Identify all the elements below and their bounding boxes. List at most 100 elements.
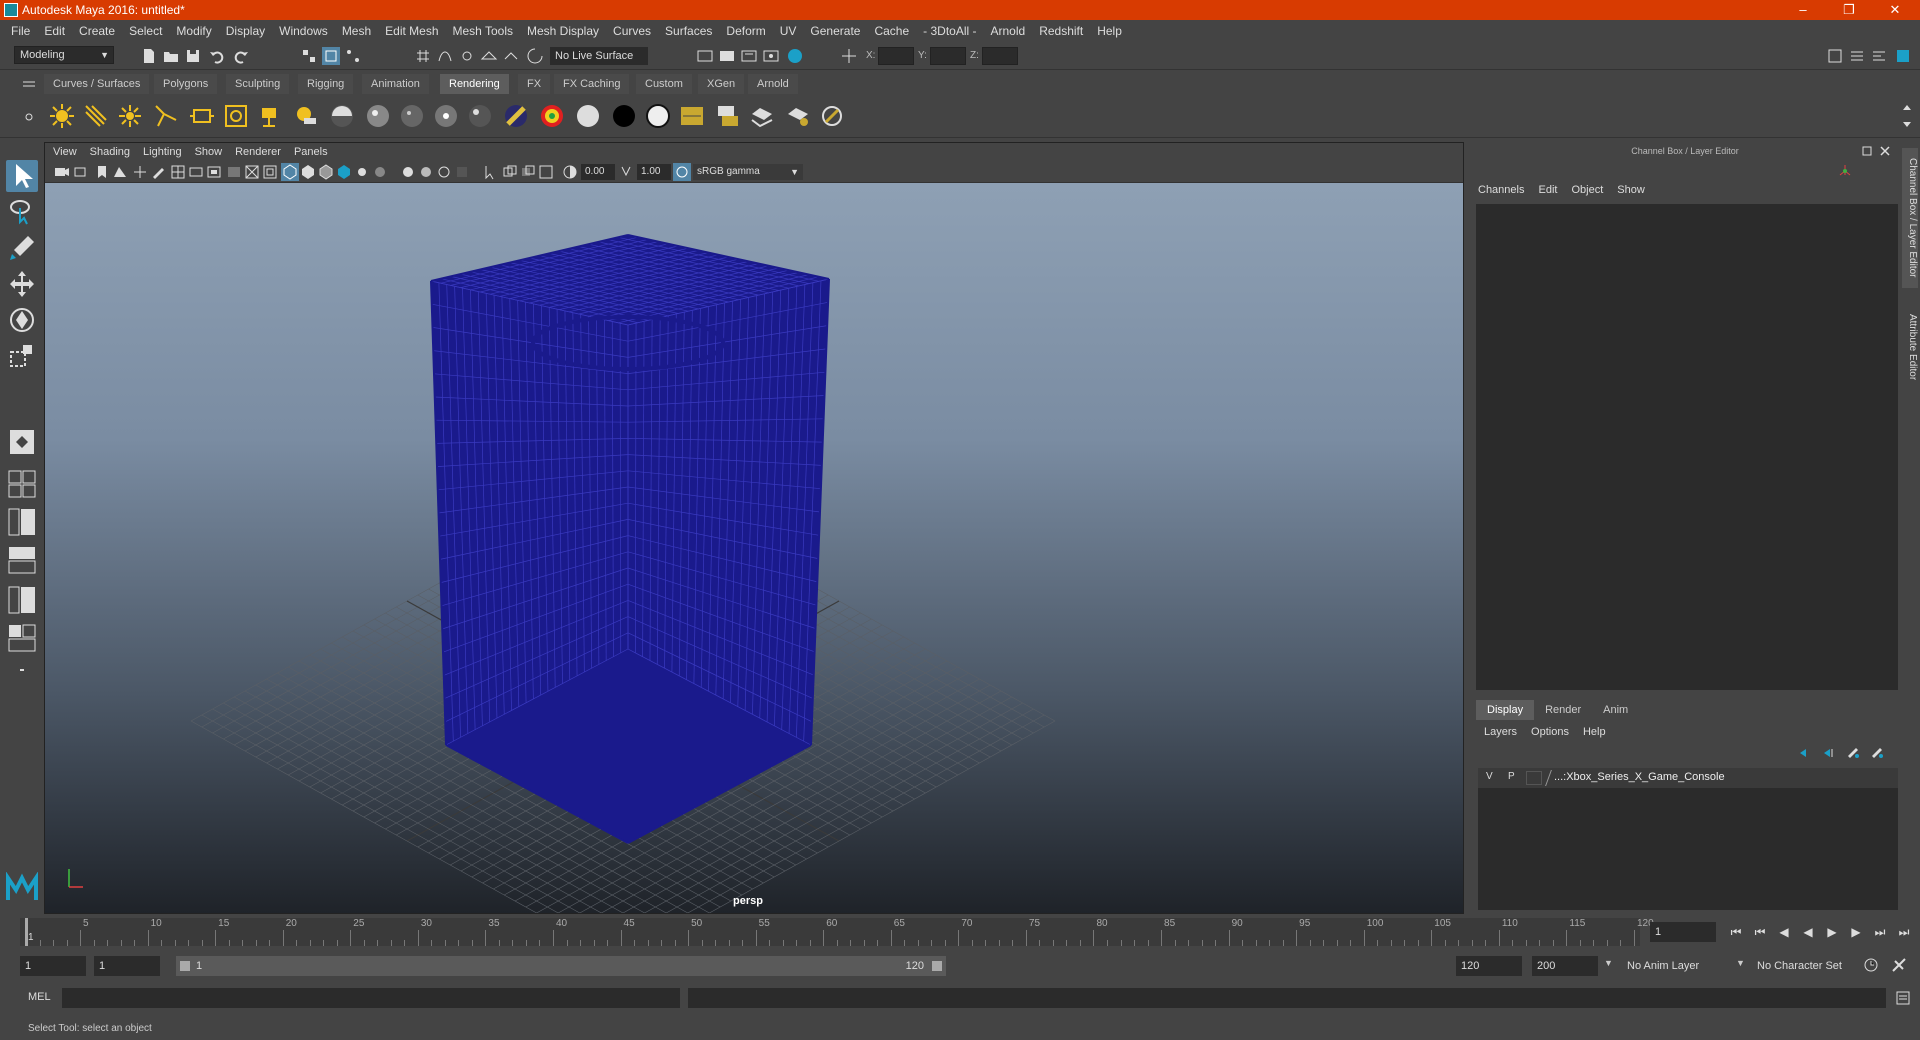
exposure-icon[interactable]	[561, 163, 579, 181]
channel-menu-object[interactable]: Object	[1571, 184, 1603, 196]
menu-edit-mesh[interactable]: Edit Mesh	[378, 24, 445, 38]
close-panel-icon[interactable]	[1876, 142, 1894, 160]
range-slider[interactable]: 1 120	[176, 956, 946, 976]
symmetry-icon[interactable]	[840, 47, 858, 65]
command-input[interactable]	[62, 988, 680, 1008]
camera-attributes-icon[interactable]	[73, 163, 91, 181]
lambert-shader-icon[interactable]	[432, 102, 460, 130]
layer-menu-options[interactable]: Options	[1531, 726, 1569, 738]
create-layer-from-selected-icon[interactable]	[1868, 744, 1886, 762]
render-layer-icon[interactable]	[714, 102, 742, 130]
exposure-field[interactable]: 0.00	[581, 164, 615, 180]
anti-aliasing-icon[interactable]	[435, 163, 453, 181]
camera-icon[interactable]	[258, 102, 286, 130]
playback-start-field[interactable]: 1	[94, 956, 160, 976]
select-camera-icon[interactable]	[53, 163, 71, 181]
channel-menu-edit[interactable]: Edit	[1538, 184, 1557, 196]
move-layer-down-icon[interactable]	[1820, 744, 1838, 762]
black-material-icon[interactable]	[610, 102, 638, 130]
camera-aim-icon[interactable]	[292, 102, 320, 130]
lights-icon[interactable]	[353, 163, 371, 181]
x-field[interactable]	[878, 47, 914, 65]
layer-name[interactable]: ...:Xbox_Series_X_Game_Console	[1554, 771, 1725, 783]
new-scene-icon[interactable]	[140, 47, 158, 65]
layer-menu-help[interactable]: Help	[1583, 726, 1606, 738]
step-back-frame-icon[interactable]: ⏮	[1752, 924, 1768, 940]
shelf-tab-xgen[interactable]: XGen	[698, 74, 745, 94]
view-transform-select[interactable]: sRGB gamma ▼	[693, 164, 803, 180]
snap-point-icon[interactable]	[458, 47, 476, 65]
shelf-tab-arnold[interactable]: Arnold	[748, 74, 798, 94]
render-sequence-icon[interactable]	[678, 102, 706, 130]
outlined-material-icon[interactable]	[644, 102, 672, 130]
panel-menu-renderer[interactable]: Renderer	[235, 146, 281, 158]
snap-grid-icon[interactable]	[414, 47, 432, 65]
anim-layer-select[interactable]: No Anim Layer	[1622, 956, 1732, 976]
layer-playback-toggle[interactable]: P	[1508, 771, 1515, 782]
select-object-icon[interactable]	[322, 47, 340, 65]
blinn-shader-icon[interactable]	[398, 102, 426, 130]
move-layer-up-icon[interactable]	[1796, 744, 1814, 762]
create-empty-layer-icon[interactable]	[1844, 744, 1862, 762]
layer-display-type-toggle[interactable]	[1526, 771, 1542, 785]
current-frame-field[interactable]: 1	[1650, 922, 1716, 942]
range-start-handle[interactable]	[180, 961, 190, 971]
directional-light-icon[interactable]	[82, 102, 110, 130]
menu-surfaces[interactable]: Surfaces	[658, 24, 719, 38]
area-light-icon[interactable]	[188, 102, 216, 130]
image-plane-icon[interactable]	[111, 163, 129, 181]
select-tool[interactable]	[6, 160, 38, 192]
go-to-end-icon[interactable]: ⏭	[1896, 924, 1912, 940]
2d-pan-zoom-icon[interactable]	[131, 163, 149, 181]
field-chart-icon[interactable]	[243, 163, 261, 181]
y-field[interactable]	[930, 47, 966, 65]
float-panel-icon[interactable]	[1858, 142, 1876, 160]
layer-visibility-toggle[interactable]: V	[1486, 771, 1493, 782]
channel-menu-channels[interactable]: Channels	[1478, 184, 1524, 196]
anisotropic-shader-icon[interactable]	[364, 102, 392, 130]
menu-redshift[interactable]: Redshift	[1032, 24, 1090, 38]
step-forward-frame-icon[interactable]: ⏭	[1872, 924, 1888, 940]
make-live-icon[interactable]	[526, 47, 544, 65]
side-tab-channel-box[interactable]: Channel Box / Layer Editor	[1902, 148, 1918, 288]
restore-button[interactable]: ❐	[1826, 0, 1872, 20]
command-language-label[interactable]: MEL	[28, 991, 51, 1003]
volume-light-icon[interactable]	[222, 102, 250, 130]
depth-of-field-icon[interactable]	[453, 163, 471, 181]
lasso-tool[interactable]	[6, 196, 38, 228]
layer-tab-display[interactable]: Display	[1476, 700, 1535, 720]
batch-render-icon[interactable]	[748, 102, 776, 130]
four-view-layout[interactable]	[6, 468, 38, 500]
play-forwards-icon[interactable]: ▶	[1824, 924, 1840, 940]
channel-box-area[interactable]	[1476, 204, 1898, 690]
menu-mesh-display[interactable]: Mesh Display	[520, 24, 606, 38]
shelf-scroll-up-icon[interactable]	[1898, 98, 1916, 116]
time-slider[interactable]: 1 5 10 15 20 25 30 35 40 45 50 55 60 65 70 75 80 85 90 95 1…	[20, 918, 1654, 946]
menu-help[interactable]: Help	[1090, 24, 1129, 38]
character-set-select[interactable]: No Character Set	[1752, 956, 1856, 976]
paint-select-tool[interactable]	[6, 232, 38, 264]
menu-set-select[interactable]: Modeling ▼	[14, 46, 114, 64]
gamma-icon[interactable]	[617, 163, 635, 181]
script-editor-icon[interactable]	[1894, 989, 1912, 1007]
wireframe-shading-icon[interactable]	[281, 163, 299, 181]
shelf-tab-fx-caching[interactable]: FX Caching	[554, 74, 630, 94]
snap-view-plane-icon[interactable]	[480, 47, 498, 65]
minimize-button[interactable]: –	[1780, 0, 1826, 20]
menu-edit[interactable]: Edit	[37, 24, 72, 38]
menu-generate[interactable]: Generate	[803, 24, 867, 38]
rotate-tool[interactable]	[6, 304, 38, 336]
layer-color-swatch[interactable]	[1545, 770, 1552, 786]
spot-light-icon[interactable]	[152, 102, 180, 130]
safe-action-icon[interactable]	[261, 163, 279, 181]
shelf-tab-rigging[interactable]: Rigging	[298, 74, 354, 94]
panel-menu-panels[interactable]: Panels	[294, 146, 328, 158]
redo-icon[interactable]	[232, 47, 250, 65]
menu-file[interactable]: File	[4, 24, 37, 38]
layer-tab-anim[interactable]: Anim	[1592, 700, 1640, 720]
ipr-render-icon[interactable]	[740, 47, 758, 65]
open-scene-icon[interactable]	[162, 47, 180, 65]
panel-menu-show[interactable]: Show	[195, 146, 223, 158]
undo-icon[interactable]	[208, 47, 226, 65]
cancel-batch-render-icon[interactable]	[784, 102, 812, 130]
